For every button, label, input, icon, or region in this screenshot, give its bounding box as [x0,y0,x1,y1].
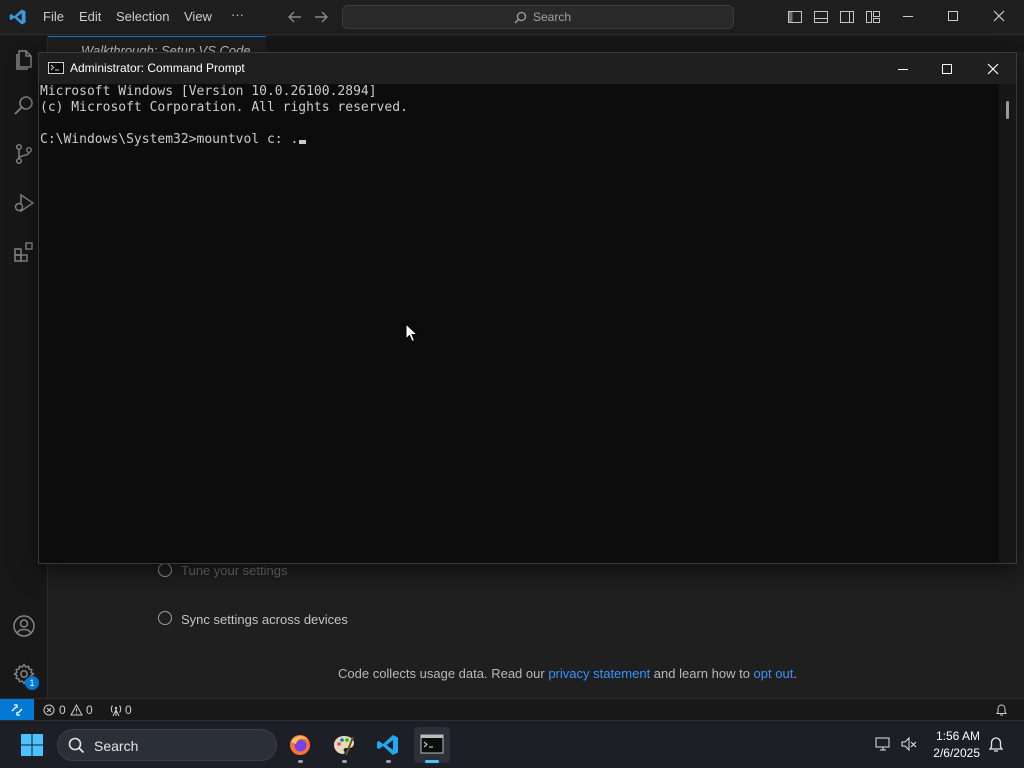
menu-selection[interactable]: Selection [116,9,169,24]
privacy-statement-link[interactable]: privacy statement [548,666,650,681]
cmd-minimize-icon[interactable] [893,59,913,79]
firefox-icon [290,735,310,755]
terminal-icon [420,734,444,754]
warnings-count[interactable]: 0 [86,703,93,717]
vscode-logo-icon [9,9,26,25]
console-output[interactable]: Microsoft Windows [Version 10.0.26100.28… [39,84,999,563]
taskbar: Search 1:56 AM 2/6/2025 [0,720,1024,768]
clock-time[interactable]: 1:56 AM [930,729,980,743]
console-line: Microsoft Windows [Version 10.0.26100.28… [40,84,377,99]
cmd-app-icon [48,62,64,74]
cmd-titlebar[interactable]: Administrator: Command Prompt [39,53,1016,84]
windows-start-icon[interactable] [20,733,44,757]
search-icon [68,737,85,754]
menu-more[interactable]: ··· [231,7,244,22]
telemetry-notice-suffix: . [793,666,797,681]
errors-icon[interactable] [43,704,55,716]
step-label-tune-settings[interactable]: Tune your settings [181,563,287,578]
telemetry-notice: Code collects usage data. Read our priva… [338,666,797,681]
command-prompt-window[interactable]: Administrator: Command Prompt Microsoft … [38,52,1017,564]
clock-date[interactable]: 2/6/2025 [922,746,980,760]
running-indicator [342,760,347,763]
running-indicator [386,760,391,763]
console-command: C:\Windows\System32>mountvol c: . [40,132,299,147]
search-sidebar-icon[interactable] [12,94,36,118]
taskbar-search-label: Search [94,738,139,754]
command-center-label: Search [533,10,572,24]
display-network-icon[interactable] [874,735,892,753]
command-center[interactable]: Search [342,5,734,29]
toggle-panel-icon[interactable] [813,9,829,25]
extensions-icon[interactable] [12,240,36,264]
console-scrollbar[interactable] [999,84,1016,563]
run-debug-icon[interactable] [12,191,36,215]
cmd-close-icon[interactable] [983,59,1003,79]
remote-indicator-button[interactable] [0,699,34,721]
notification-bell-icon[interactable] [988,736,1004,754]
vscode-close-icon[interactable] [993,10,1005,22]
taskbar-search-box[interactable]: Search [57,729,277,761]
console-scrollbar-thumb[interactable] [1006,101,1009,119]
taskbar-app-vscode[interactable] [370,727,406,763]
search-icon [514,11,527,24]
cmd-window-title: Administrator: Command Prompt [70,61,245,75]
accounts-badge: 1 [25,676,39,690]
text-cursor [299,140,307,144]
taskbar-app-terminal[interactable] [414,727,450,763]
ports-count[interactable]: 0 [125,703,132,717]
menu-view[interactable]: View [184,9,212,24]
mouse-pointer-icon [405,323,418,343]
accounts-icon[interactable] [12,614,36,638]
errors-count[interactable]: 0 [59,703,66,717]
paint-palette-icon [334,736,354,756]
opt-out-link[interactable]: opt out [754,666,794,681]
taskbar-app-firefox[interactable] [282,727,318,763]
customize-layout-icon[interactable] [865,9,881,25]
step-checkbox[interactable] [158,611,172,625]
running-indicator [298,760,303,763]
telemetry-notice-middle: and learn how to [650,666,754,681]
console-line: (c) Microsoft Corporation. All rights re… [40,100,408,115]
active-indicator [425,760,439,763]
ports-antenna-icon[interactable] [109,703,123,717]
source-control-icon[interactable] [12,142,36,166]
step-label-sync-settings[interactable]: Sync settings across devices [181,612,348,627]
telemetry-notice-prefix: Code collects usage data. Read our [338,666,549,681]
toggle-primary-sidebar-icon[interactable] [787,9,803,25]
menu-edit[interactable]: Edit [79,9,101,24]
explorer-icon[interactable] [12,48,36,72]
taskbar-app-paint[interactable] [326,727,362,763]
vscode-icon [377,735,398,755]
cmd-maximize-icon[interactable] [937,59,957,79]
back-arrow-icon[interactable] [287,10,303,24]
forward-arrow-icon[interactable] [313,10,329,24]
vscode-maximize-icon[interactable] [947,10,959,22]
step-checkbox[interactable] [158,563,172,577]
toggle-secondary-sidebar-icon[interactable] [839,9,855,25]
volume-muted-icon[interactable] [900,735,918,753]
remote-icon [11,704,23,716]
notifications-bell-icon[interactable] [995,703,1008,717]
vscode-titlebar: File Edit Selection View ··· Search [0,0,1024,35]
status-bar: 0 0 0 [0,698,1024,721]
console-prompt-line: C:\Windows\System32>mountvol c: . [40,132,999,148]
warnings-icon[interactable] [70,704,83,716]
vscode-minimize-icon[interactable] [902,10,914,22]
menu-file[interactable]: File [43,9,64,24]
